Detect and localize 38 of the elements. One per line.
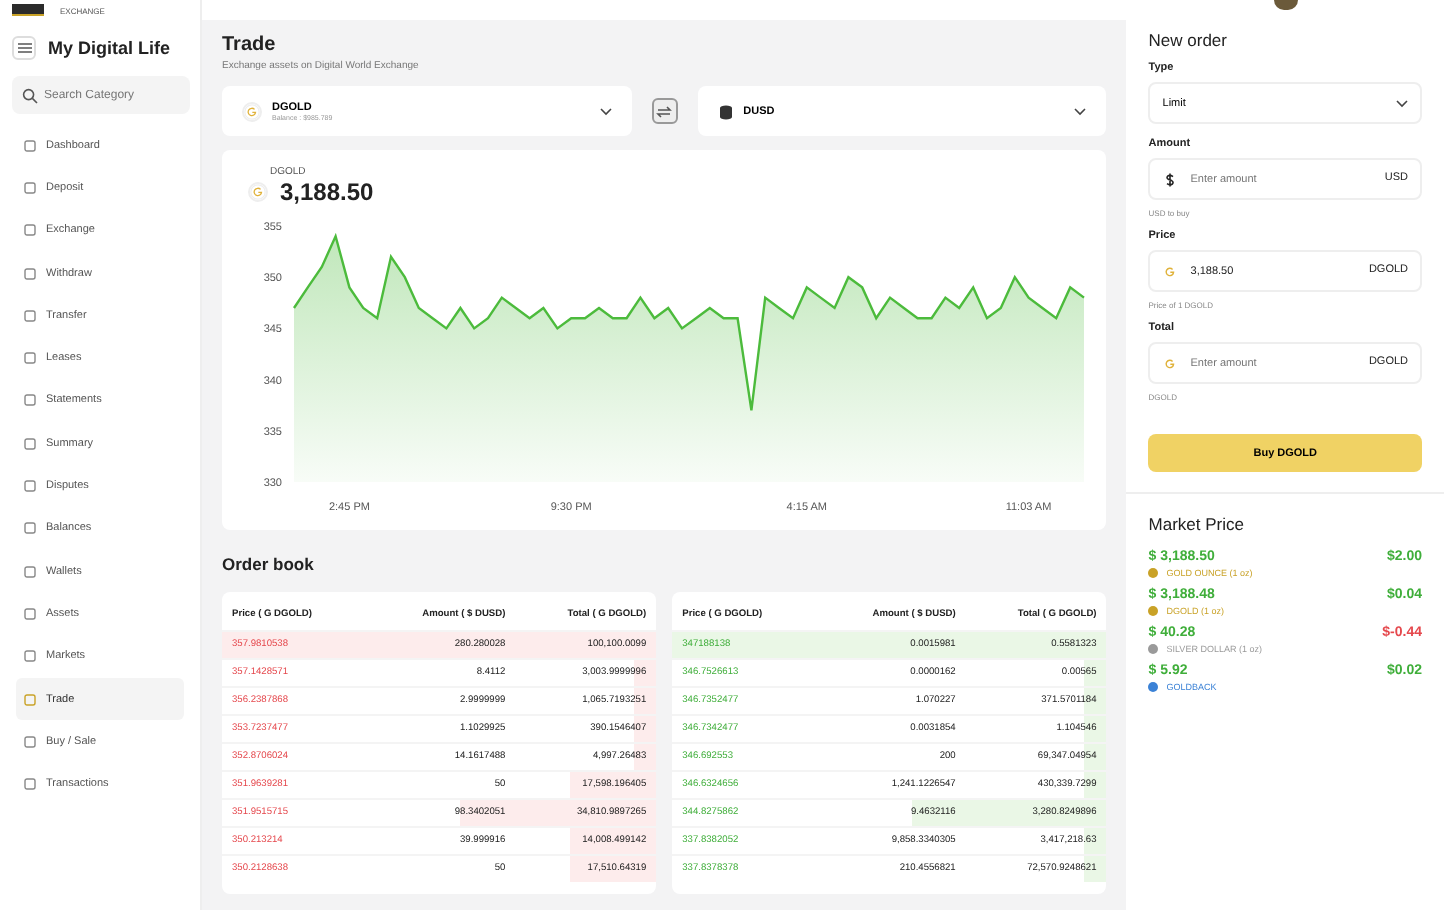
menu-item-icon <box>24 735 36 748</box>
menu-item-icon <box>24 650 36 663</box>
sidebar-title: My Digital Life <box>48 38 171 58</box>
coin-icon <box>1162 355 1179 371</box>
menu-item-icon <box>24 267 36 280</box>
coin-stack-icon <box>717 103 734 119</box>
menu-item-icon <box>24 437 36 450</box>
section-title: Order book <box>222 554 316 574</box>
dollar-icon <box>1162 171 1179 187</box>
swap-icon <box>656 103 673 119</box>
menu-item-icon <box>24 181 36 194</box>
menu-item-icon <box>24 607 36 620</box>
chevron-down-icon <box>1074 107 1087 115</box>
chevron-down-icon <box>599 107 612 115</box>
panel-title: Market Price <box>1148 514 1246 534</box>
page-title: Trade <box>222 34 278 56</box>
menu-item-icon <box>24 394 36 407</box>
menu-item-icon <box>24 309 36 322</box>
chevron-down-icon <box>1396 99 1408 107</box>
menu-item-icon <box>24 522 36 535</box>
coin-icon <box>242 101 262 121</box>
search-icon <box>22 87 38 103</box>
menu-item-icon <box>24 693 36 705</box>
coin-icon <box>1162 263 1179 279</box>
menu-item-icon <box>24 224 36 237</box>
avatar[interactable] <box>1273 0 1298 10</box>
chart-price: 3,188.50 <box>280 178 374 206</box>
swap-button[interactable] <box>651 98 678 124</box>
coin-icon <box>248 182 268 202</box>
menu-item-icon <box>24 352 36 365</box>
menu-item-icon <box>24 565 36 578</box>
menu-button[interactable] <box>12 36 36 60</box>
menu-item-icon <box>24 778 36 791</box>
menu-item-icon <box>24 480 36 493</box>
panel-title: New order <box>1148 30 1229 50</box>
menu-item-icon <box>24 139 36 152</box>
menu-icon <box>17 42 31 54</box>
logo-icon <box>12 4 44 16</box>
